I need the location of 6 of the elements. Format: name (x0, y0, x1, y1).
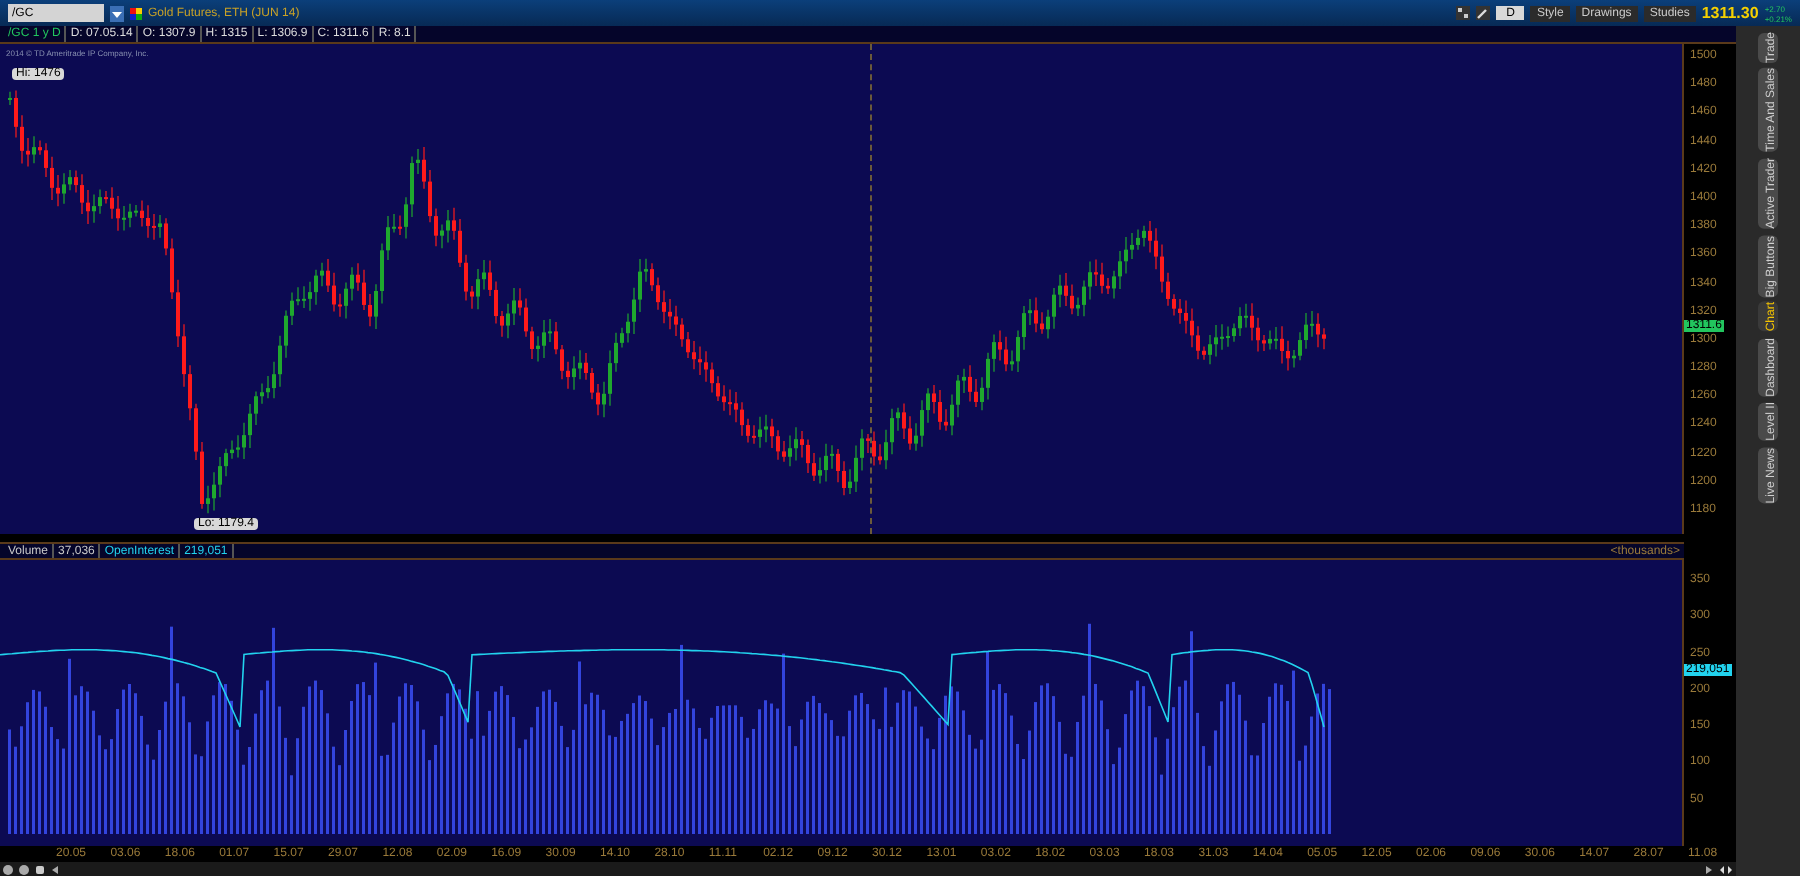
scroll-right-icon[interactable] (1704, 863, 1714, 875)
dropdown-icon[interactable] (110, 5, 124, 21)
color-squares-icon (130, 7, 142, 19)
scroll-left-icon[interactable] (50, 863, 60, 875)
last-price: 1311.30 (1701, 5, 1759, 21)
expand-icon[interactable] (1718, 863, 1734, 875)
